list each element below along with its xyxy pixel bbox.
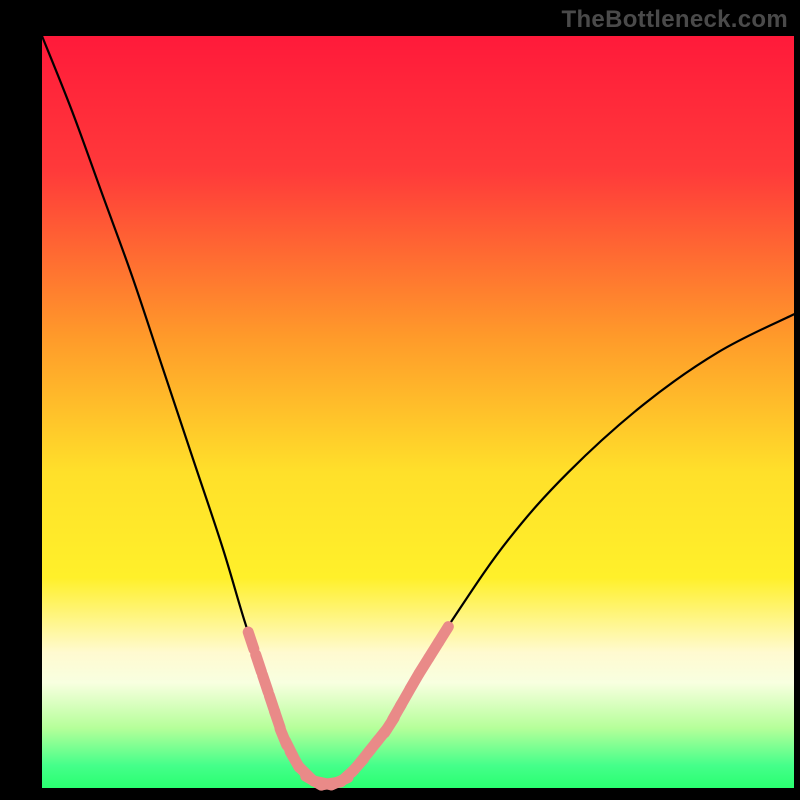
chart-stage: TheBottleneck.com	[0, 0, 800, 800]
curve-marker	[256, 655, 262, 672]
curve-marker	[263, 675, 269, 692]
curve-marker	[248, 632, 254, 649]
watermark-text: TheBottleneck.com	[562, 6, 788, 34]
bottleneck-chart	[0, 0, 800, 800]
